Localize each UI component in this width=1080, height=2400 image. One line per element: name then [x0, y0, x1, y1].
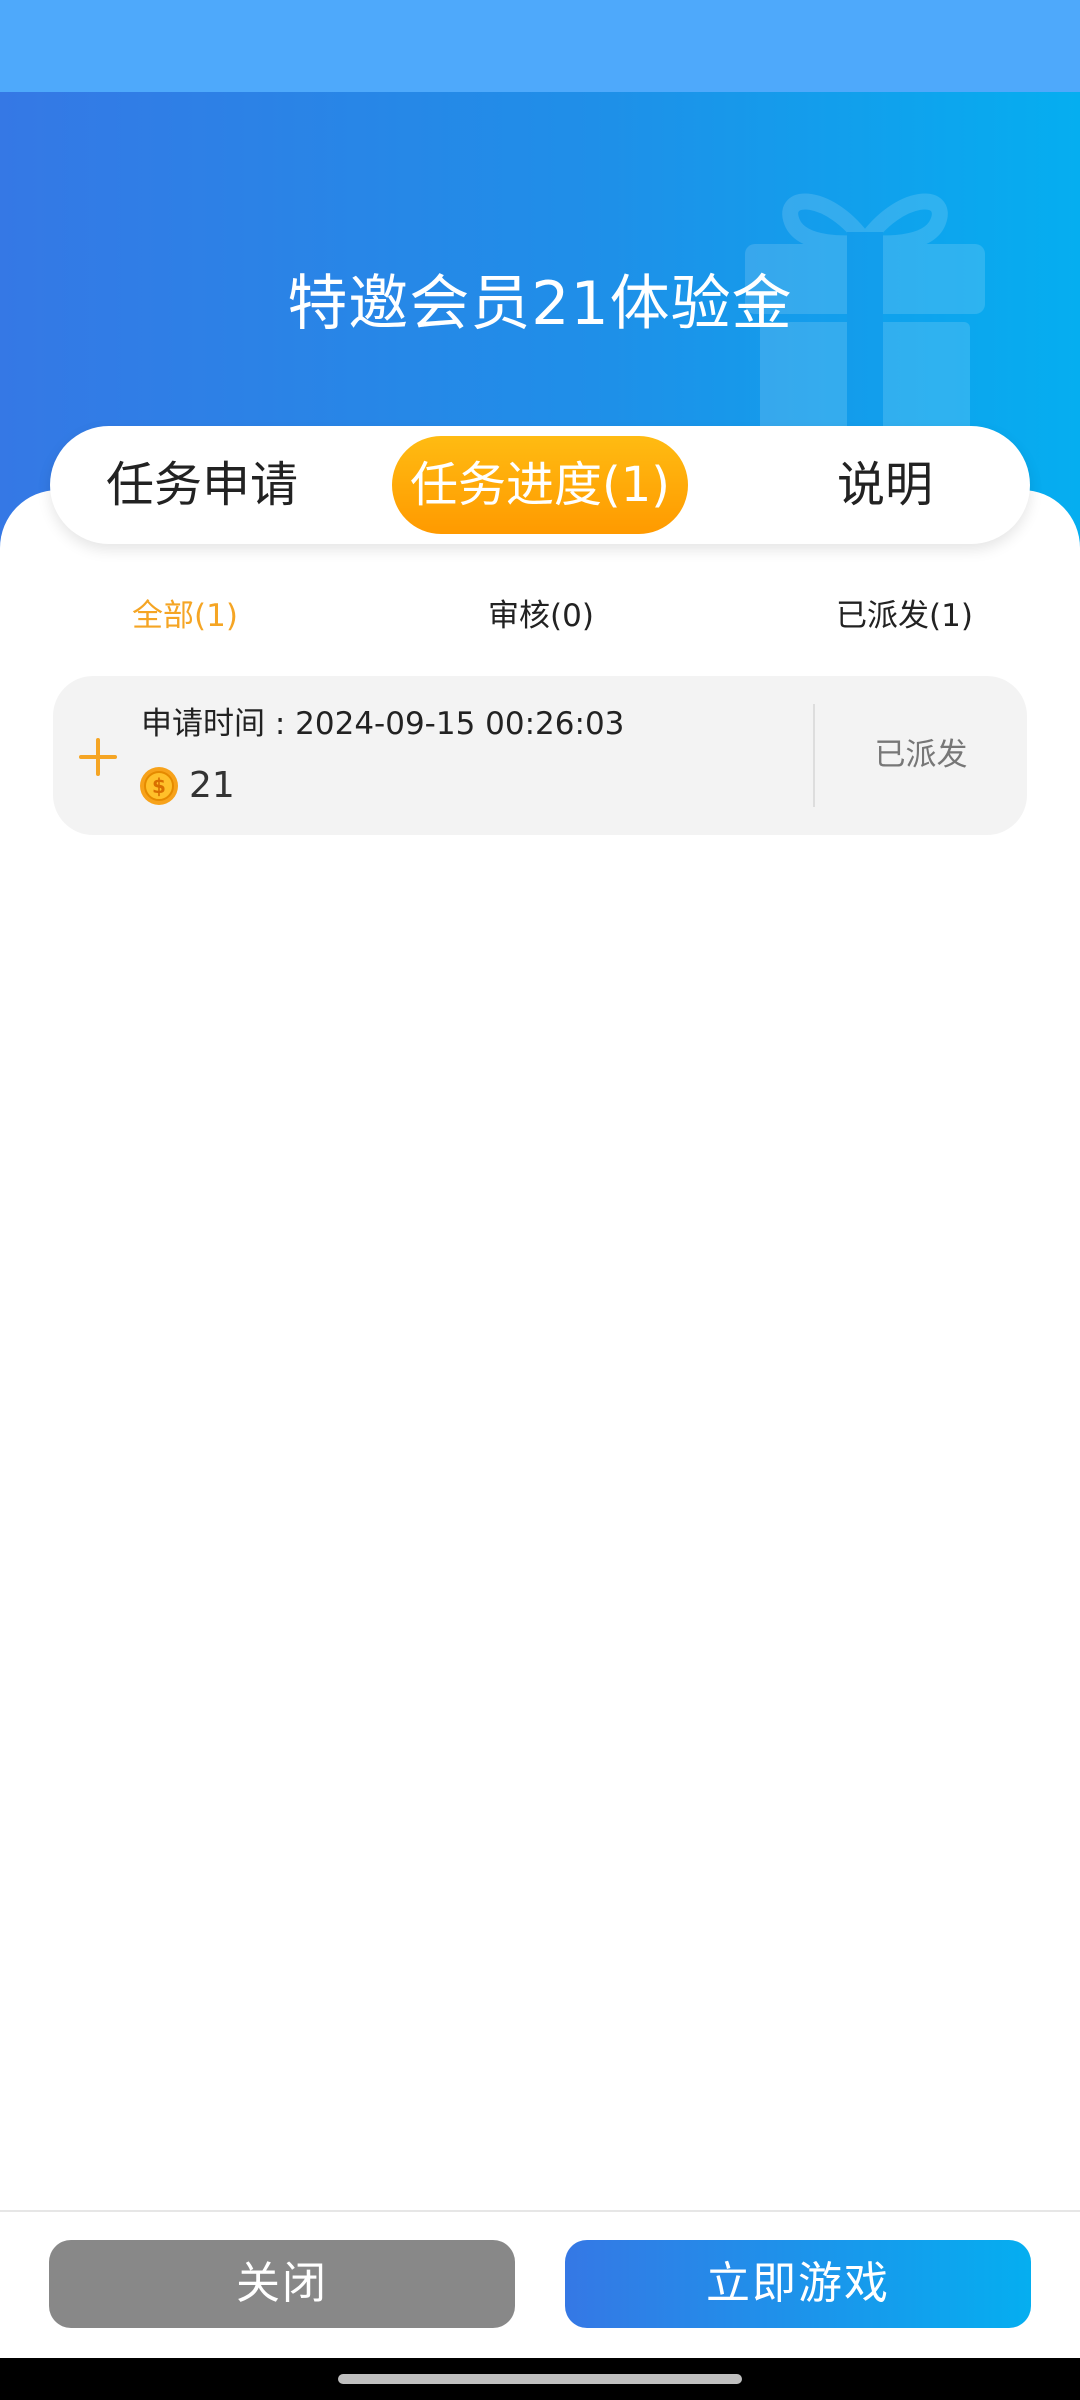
tab-description[interactable]: 说明 [740, 426, 1030, 544]
plus-icon[interactable] [79, 738, 117, 776]
svg-text:$: $ [152, 774, 166, 798]
apply-time: 申请时间 : 2024-09-15 00:26:03 [141, 706, 625, 742]
tab-task-apply[interactable]: 任务申请 [50, 426, 354, 544]
filter-row: 全部(1) 审核(0) 已派发(1) [0, 588, 1080, 644]
navigation-bar [0, 2358, 1080, 2400]
filter-review[interactable]: 审核(0) [488, 588, 594, 644]
tab-task-progress[interactable]: 任务进度(1) [392, 436, 688, 534]
record-item[interactable]: 申请时间 : 2024-09-15 00:26:03 $ 21 已派发 [53, 676, 1027, 835]
filter-all[interactable]: 全部(1) [132, 588, 238, 644]
bottom-action-bar: 关闭 立即游戏 [0, 2210, 1080, 2360]
page-title: 特邀会员21体验金 [287, 269, 793, 339]
status-label: 已派发 [874, 737, 968, 773]
home-indicator[interactable] [338, 2374, 742, 2384]
play-now-button[interactable]: 立即游戏 [565, 2240, 1031, 2328]
tab-bar: 任务申请 任务进度(1) 说明 [50, 426, 1030, 544]
filter-dispatched[interactable]: 已派发(1) [836, 588, 973, 644]
coin-icon: $ [140, 767, 178, 805]
status-bar [0, 0, 1080, 92]
close-button[interactable]: 关闭 [49, 2240, 515, 2328]
reward-amount: 21 [189, 765, 235, 806]
